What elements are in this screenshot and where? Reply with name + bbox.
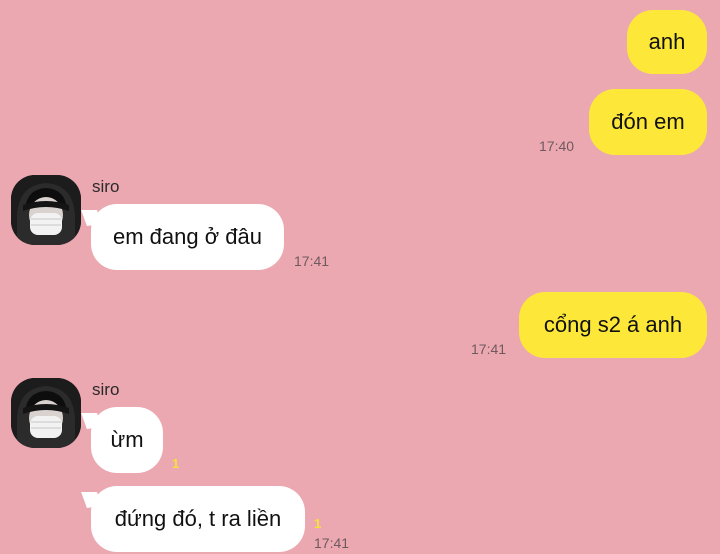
sender-name: siro: [92, 177, 120, 196]
unread-count: 1: [172, 456, 180, 471]
message-text: đứng đó, t ra liền: [114, 506, 282, 531]
message-bubble-incoming[interactable]: em đang ở đâu: [91, 204, 284, 270]
message-bubble-outgoing[interactable]: anh: [627, 10, 707, 74]
message-bubble-outgoing[interactable]: cổng s2 á anh: [519, 292, 707, 358]
sender-avatar[interactable]: [11, 175, 81, 245]
message-text: em đang ở đâu: [113, 224, 262, 249]
message-timestamp: 17:41: [294, 253, 330, 269]
message-timestamp: 17:41: [314, 535, 350, 551]
message-bubble-incoming[interactable]: đứng đó, t ra liền: [91, 486, 305, 552]
message-text: anh: [648, 29, 686, 54]
message-text: đón em: [611, 109, 685, 134]
message-bubble-outgoing[interactable]: đón em: [589, 89, 707, 155]
sender-name: siro: [92, 380, 120, 399]
message-timestamp: 17:41: [471, 341, 507, 357]
avatar-photo-icon: [11, 175, 81, 245]
avatar-photo-icon: [11, 378, 81, 448]
message-timestamp: 17:40: [539, 138, 575, 154]
sender-avatar[interactable]: [11, 378, 81, 448]
message-text: cổng s2 á anh: [543, 312, 683, 337]
message-bubble-incoming[interactable]: ừm: [91, 407, 163, 473]
unread-count: 1: [314, 516, 322, 531]
message-text: ừm: [110, 427, 144, 452]
